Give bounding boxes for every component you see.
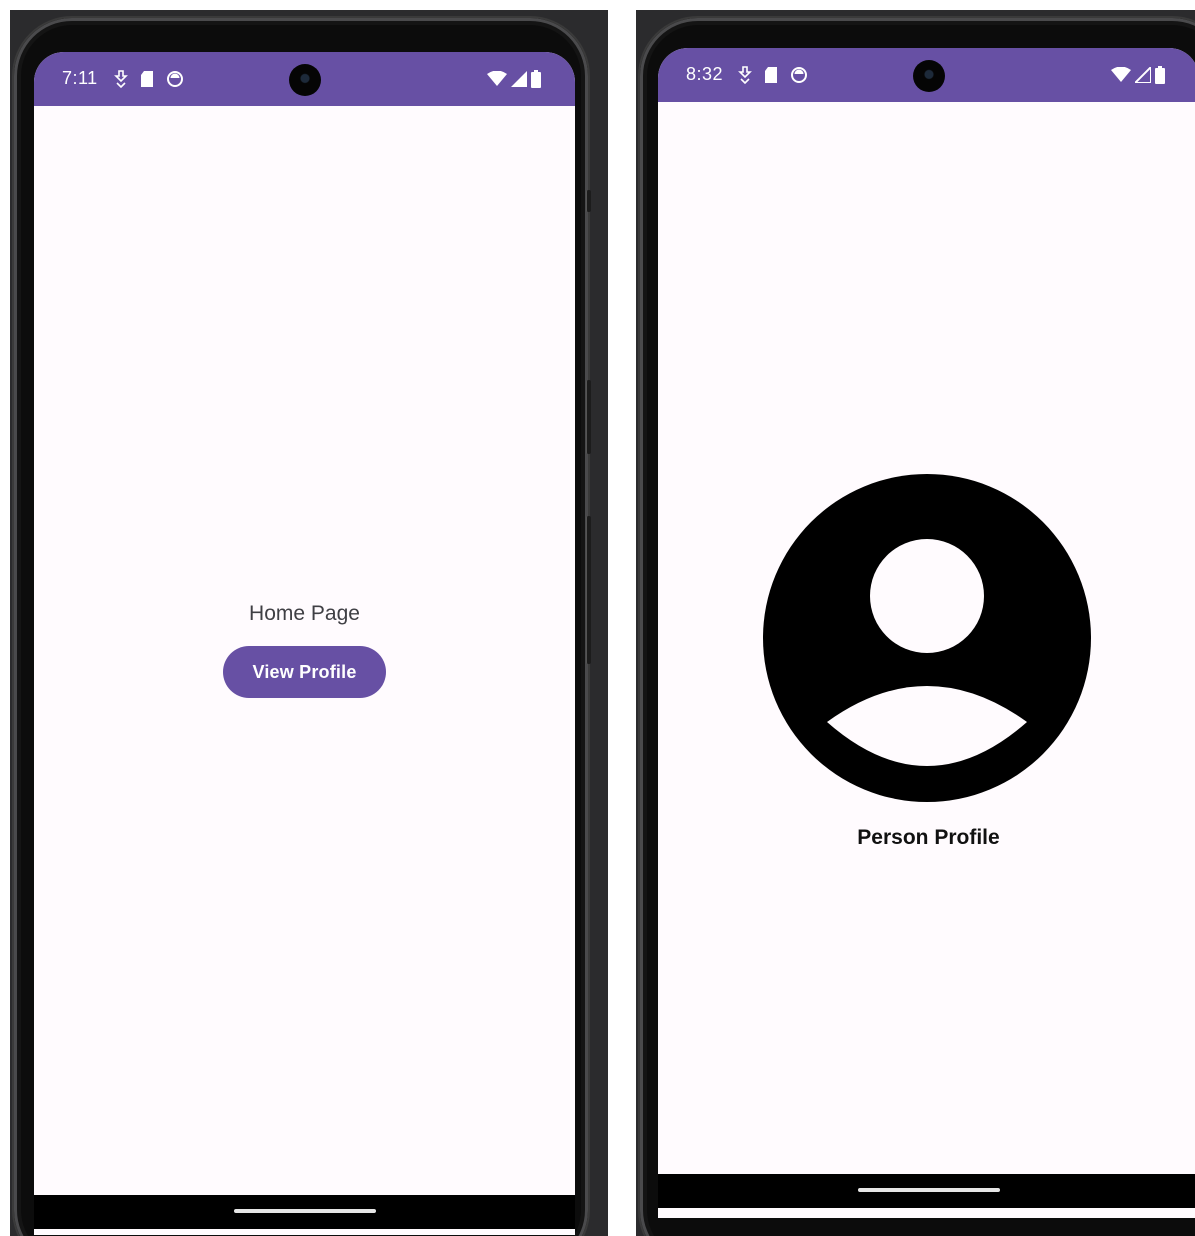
emulator-panel-profile: 8:32 Person Profile [636, 10, 1195, 1236]
navigation-bar [34, 1195, 575, 1229]
sd-card-icon [765, 67, 777, 83]
status-bar: 8:32 [658, 48, 1195, 102]
signal-icon [511, 71, 527, 87]
status-time: 8:32 [686, 64, 724, 84]
home-gesture-handle[interactable] [857, 1188, 1000, 1192]
screen-profile: 8:32 Person Profile [658, 48, 1195, 1218]
status-bar: 7:11 [34, 52, 575, 106]
account-circle-icon [763, 474, 1091, 802]
status-icons-right [1111, 66, 1165, 84]
view-profile-button[interactable]: View Profile [223, 646, 386, 698]
battery-icon [531, 70, 541, 88]
volume-rocker [586, 516, 591, 664]
sd-card-icon [141, 71, 153, 87]
profile-label: Person Profile [857, 826, 1000, 849]
screen-home: 7:11 Home Page View Profile [34, 52, 575, 1235]
page-title: Home Page [249, 602, 360, 625]
emulator-panel-home: 7:11 Home Page View Profile [10, 10, 608, 1236]
app-notification-icon [167, 71, 183, 87]
profile-content: Person Profile [658, 102, 1195, 1218]
volume-button [586, 190, 591, 212]
front-camera [288, 64, 321, 96]
front-camera [912, 60, 945, 92]
wifi-icon [1111, 67, 1131, 82]
status-icons-right [487, 70, 541, 88]
home-content: Home Page View Profile [34, 106, 575, 1235]
comparison-canvas: 7:11 Home Page View Profile 8:32 Person … [0, 0, 1195, 1236]
battery-icon [1155, 66, 1165, 84]
download-icon [738, 66, 752, 84]
status-icons-left [738, 66, 808, 84]
app-notification-icon [791, 67, 807, 83]
phone-frame: 8:32 Person Profile [640, 18, 1195, 1236]
power-button [586, 380, 591, 454]
home-gesture-handle[interactable] [233, 1209, 376, 1213]
download-icon [114, 70, 128, 88]
status-time: 7:11 [62, 68, 98, 88]
signal-icon [1135, 67, 1151, 83]
status-icons-left [114, 70, 184, 88]
phone-frame: 7:11 Home Page View Profile [14, 18, 591, 1236]
wifi-icon [487, 71, 507, 86]
navigation-bar [658, 1174, 1195, 1208]
